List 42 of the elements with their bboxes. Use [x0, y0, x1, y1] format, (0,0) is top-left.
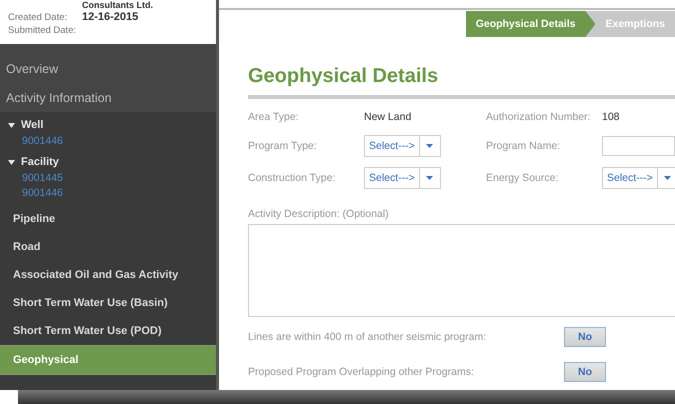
field-label: Program Name:	[486, 140, 562, 152]
sidebar-item[interactable]: Pipeline	[0, 205, 216, 233]
page-title: Geophysical Details	[248, 64, 675, 99]
input-field[interactable]	[602, 136, 675, 156]
sidebar-link[interactable]: 9001446	[0, 134, 216, 149]
step-tab[interactable]: Geophysical Details	[466, 11, 596, 37]
field-value: 108	[602, 110, 621, 123]
question-label: Lines are within 400 m of another seismic program:	[248, 330, 488, 343]
sidebar-item[interactable]: Short Term Water Use (Basin)	[0, 289, 216, 317]
caret-icon	[8, 160, 15, 164]
dropdown[interactable]: Select--->	[364, 167, 441, 190]
sidebar-link[interactable]: 9001445	[0, 171, 216, 186]
sidebar-item[interactable]: Short Term Water Use (POD)	[0, 317, 216, 345]
dropdown-caret-icon	[664, 176, 672, 180]
sidebar-item[interactable]: Geophysical	[0, 345, 216, 375]
sidebar-section[interactable]: Activity Information	[0, 83, 216, 112]
description-field[interactable]	[248, 224, 675, 317]
field-label: Construction Type:	[248, 172, 336, 184]
dropdown[interactable]: Select--->	[364, 135, 441, 158]
dropdown-caret-icon	[426, 144, 434, 148]
sidebar-item[interactable]: Associated Oil and Gas Activity	[0, 261, 216, 289]
sidebar-link[interactable]: 9001446	[0, 186, 216, 201]
dropdown[interactable]: Select--->	[602, 167, 675, 190]
question-label: Proposed Program Overlapping other Programs:	[248, 366, 475, 378]
created-date-label: Created Date:	[8, 11, 68, 24]
description-label: Activity Description: (Optional)	[248, 208, 390, 220]
answer-button[interactable]: No	[564, 326, 606, 347]
field-label: Authorization Number:	[486, 110, 592, 123]
dropdown-caret-icon	[426, 176, 434, 180]
created-date-value: 12-16-2015	[82, 11, 140, 24]
sidebar-tree-item[interactable]: Well	[0, 116, 216, 134]
sidebar-tree-item[interactable]: Facility	[0, 153, 216, 171]
sidebar-item[interactable]: Road	[0, 233, 216, 261]
field-label: Area Type:	[248, 110, 300, 123]
caret-icon	[8, 122, 15, 128]
answer-button[interactable]: No	[564, 362, 606, 382]
company-name: Consultants Ltd.	[82, 0, 154, 11]
field-label: Energy Source:	[486, 172, 560, 184]
sidebar-section[interactable]: Overview	[0, 54, 216, 83]
field-value: New Land	[364, 110, 412, 123]
submitted-date-label: Submitted Date:	[8, 24, 78, 37]
field-label: Program Type:	[248, 140, 318, 152]
